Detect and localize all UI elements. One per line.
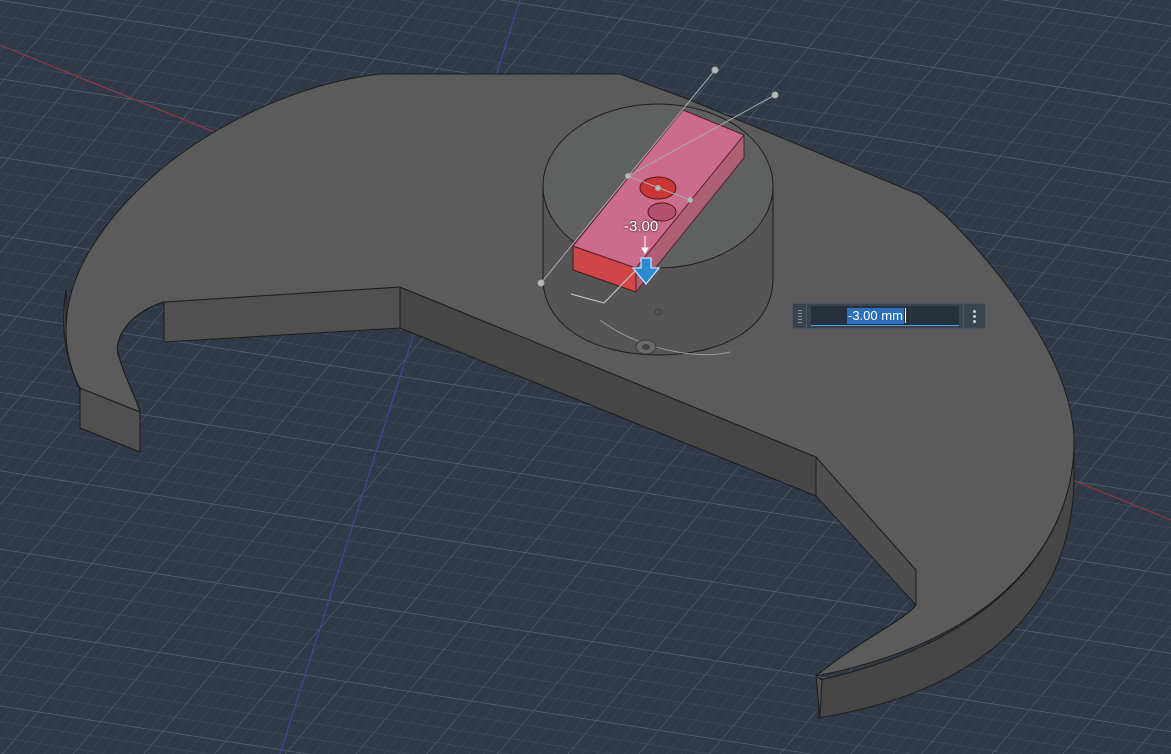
drag-handle-icon[interactable]: [793, 304, 807, 328]
distance-input-value: -3.00 mm: [847, 307, 904, 324]
distance-input[interactable]: -3.00 mm: [811, 306, 959, 326]
extrude-dimension-label: -3.00: [624, 218, 659, 235]
text-caret: [904, 308, 906, 323]
3d-viewport[interactable]: [0, 0, 1171, 754]
more-options-icon[interactable]: [963, 304, 985, 328]
dimension-input-box: -3.00 mm: [792, 303, 986, 329]
